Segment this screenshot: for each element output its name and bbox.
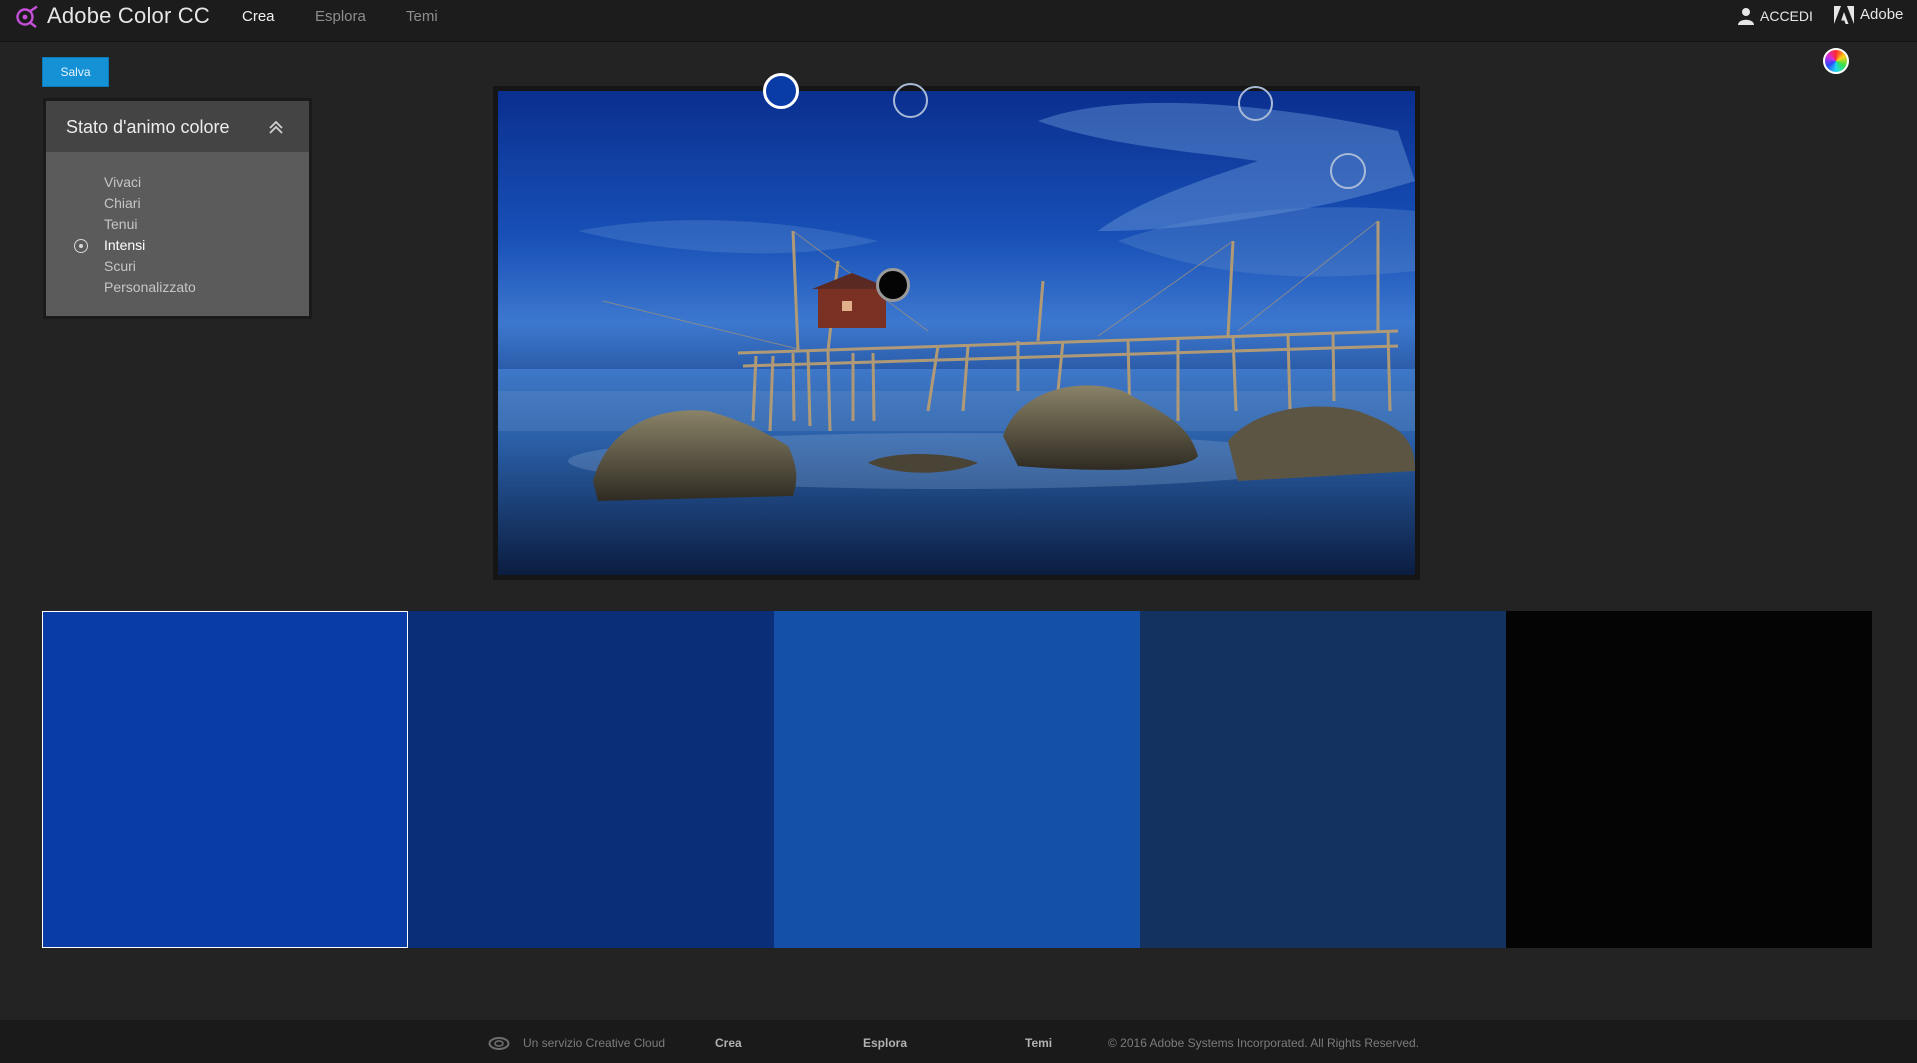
color-mood-title: Stato d'animo colore [66, 117, 230, 137]
color-swatch-1[interactable] [42, 611, 408, 948]
mood-option-label: Scuri [104, 258, 136, 274]
app-title[interactable]: Adobe Color CC [47, 3, 210, 29]
copyright-text: © 2016 Adobe Systems Incorporated. All R… [1108, 1036, 1420, 1050]
nav-temi[interactable]: Temi [406, 8, 438, 25]
save-button[interactable]: Salva [42, 57, 109, 87]
photo-frame [493, 86, 1420, 580]
mood-option-label: Personalizzato [104, 279, 196, 295]
color-swatch-2[interactable] [408, 611, 774, 948]
color-picker-handle-5[interactable] [876, 268, 910, 302]
photo-scene [498, 102, 1415, 575]
color-mood-list: Vivaci Chiari Tenui Intensi Scuri Person… [46, 172, 309, 298]
mood-option-label: Tenui [104, 216, 138, 232]
adobe-color-logo-icon[interactable] [15, 5, 39, 29]
nav-crea[interactable]: Crea [242, 8, 275, 25]
creative-cloud-icon [488, 1037, 510, 1050]
mood-option-vivaci[interactable]: Vivaci [46, 172, 309, 193]
color-swatch-3[interactable] [774, 611, 1140, 948]
mood-option-personalizzato[interactable]: Personalizzato [46, 277, 309, 298]
mood-option-label: Chiari [104, 195, 141, 211]
radio-selected-icon [74, 239, 88, 253]
mood-option-scuri[interactable]: Scuri [46, 256, 309, 277]
chevron-up-icon[interactable] [267, 119, 285, 135]
user-icon[interactable] [1738, 7, 1754, 25]
color-mood-panel: Stato d'animo colore Vivaci Chiari Tenui… [43, 98, 312, 319]
footer-tagline: Un servizio Creative Cloud [523, 1036, 666, 1050]
color-picker-handle-4[interactable] [1330, 153, 1366, 189]
mood-option-intensi[interactable]: Intensi [46, 235, 309, 256]
nav-esplora[interactable]: Esplora [315, 8, 366, 25]
signin-link[interactable]: ACCEDI [1760, 8, 1813, 24]
color-palette [42, 611, 1872, 948]
mood-option-tenui[interactable]: Tenui [46, 214, 309, 235]
mood-option-label: Vivaci [104, 174, 142, 190]
mood-option-label: Intensi [104, 237, 146, 253]
color-swatch-5[interactable] [1506, 611, 1872, 948]
footer: Un servizio Creative Cloud Crea Esplora … [0, 1020, 1917, 1063]
color-picker-handle-1[interactable] [763, 73, 799, 109]
source-photo[interactable] [498, 91, 1415, 575]
mood-option-chiari[interactable]: Chiari [46, 193, 309, 214]
color-wheel-icon[interactable] [1823, 48, 1849, 74]
footer-link-esplora[interactable]: Esplora [863, 1036, 907, 1050]
adobe-link[interactable]: Adobe [1860, 6, 1903, 23]
color-swatch-4[interactable] [1140, 611, 1506, 948]
top-bar: Adobe Color CC Crea Esplora Temi ACCEDI … [0, 0, 1917, 42]
color-picker-handle-3[interactable] [1238, 86, 1273, 121]
footer-link-crea[interactable]: Crea [715, 1036, 742, 1050]
footer-link-temi[interactable]: Temi [1025, 1036, 1052, 1050]
adobe-logo-icon[interactable] [1834, 6, 1854, 24]
color-picker-handle-2[interactable] [893, 83, 928, 118]
color-mood-header: Stato d'animo colore [46, 101, 309, 152]
